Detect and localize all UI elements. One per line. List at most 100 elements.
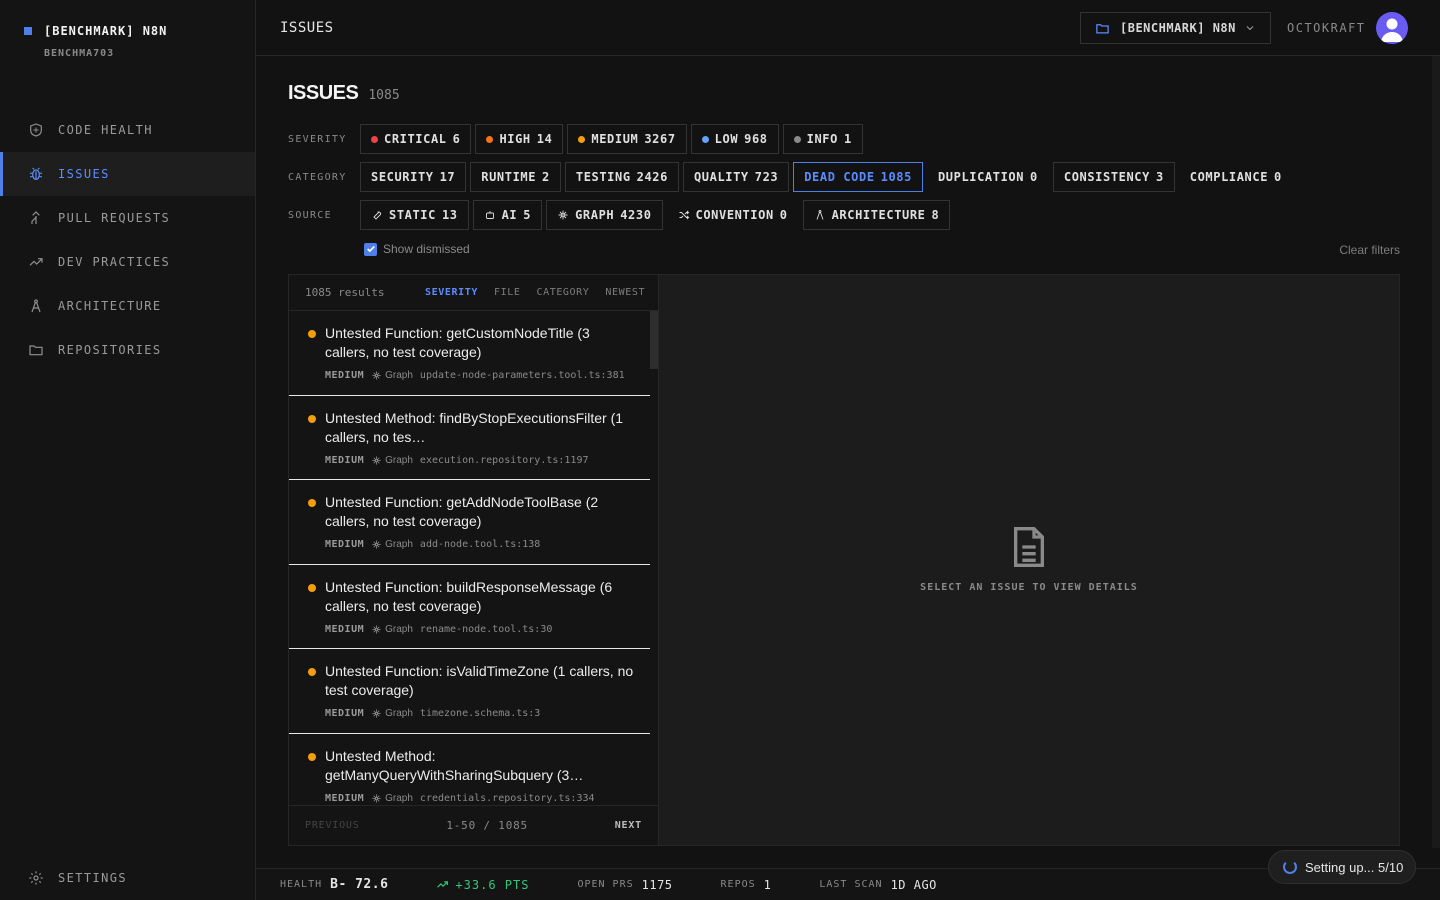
sort-severity[interactable]: SEVERITY: [425, 287, 478, 298]
page-indicator: 1-50 / 1085: [446, 819, 528, 832]
chip-count: 14: [536, 132, 553, 146]
sidebar-item-label: DEV PRACTICES: [58, 255, 171, 269]
show-dismissed-checkbox[interactable]: [364, 242, 377, 256]
filter-chip-low[interactable]: LOW 968: [690, 124, 779, 154]
filter-chip-medium[interactable]: MEDIUM 3267: [567, 124, 687, 154]
issue-source: Graph: [385, 539, 413, 550]
severity-filter-row: SEVERITY CRITICAL 6 HIGH 14 MEDIUM 3267 LOW…: [288, 124, 863, 154]
workspace-name: [BENCHMARK] N8N: [44, 24, 168, 38]
filter-chip-high[interactable]: HIGH 14: [475, 124, 564, 154]
filter-chip-compliance[interactable]: COMPLIANCE 0: [1179, 162, 1293, 192]
filter-label: SEVERITY: [288, 133, 347, 145]
show-dismissed-toggle[interactable]: Show dismissed: [364, 242, 470, 256]
filter-chip-convention[interactable]: CONVENTION 0: [667, 200, 799, 230]
open-prs-label: OPEN PRS: [577, 879, 634, 890]
open-prs-value: 1175: [641, 877, 673, 892]
chip-count: 4230: [620, 208, 652, 222]
sort-file[interactable]: FILE: [494, 287, 520, 298]
sidebar-item-code-health[interactable]: CODE HEALTH: [0, 108, 255, 152]
chip-label: SECURITY: [371, 170, 434, 184]
list-item[interactable]: Untested Function: buildResponseMessage …: [289, 565, 650, 649]
sidebar-item-dev-practices[interactable]: DEV PRACTICES: [0, 240, 255, 284]
health-label: HEALTH: [280, 879, 323, 890]
health-stat: HEALTH B- 72.6: [280, 877, 388, 892]
list-item[interactable]: Untested Function: getAddNodeToolBase (2…: [289, 480, 650, 565]
health-value: B- 72.6: [330, 877, 389, 892]
sidebar-item-issues[interactable]: ISSUES: [0, 152, 255, 196]
chip-label: CONSISTENCY: [1063, 170, 1150, 184]
org-name[interactable]: OCTOKRAFT: [1287, 21, 1366, 35]
issue-list: Untested Function: getCustomNodeTitle (3…: [289, 311, 650, 805]
filter-chip-testing[interactable]: TESTING 2426: [564, 162, 679, 192]
user-icon: [1381, 18, 1403, 42]
issue-file: timezone.schema.ts:3: [419, 708, 541, 719]
sidebar-item-label: CODE HEALTH: [58, 123, 153, 137]
filter-label: CATEGORY: [288, 171, 347, 183]
graph-icon: [372, 793, 381, 803]
shuffle-icon: [679, 210, 689, 220]
clear-filters-link[interactable]: Clear filters: [1339, 243, 1400, 257]
chip-label: COMPLIANCE: [1189, 170, 1269, 184]
chip-count: 1085: [880, 170, 912, 184]
next-page-button[interactable]: NEXT: [615, 820, 642, 831]
filter-chip-ai[interactable]: AI 5: [472, 200, 543, 230]
filter-chip-info[interactable]: INFO 1: [782, 124, 863, 154]
chip-label: MEDIUM: [591, 132, 639, 146]
chip-label: AI: [501, 208, 518, 222]
list-item[interactable]: Untested Method: getManyQueryWithSharing…: [289, 734, 650, 806]
chip-count: 3: [1155, 170, 1164, 184]
severity-dot-icon: [308, 499, 316, 507]
empty-state-text: SELECT AN ISSUE TO VIEW DETAILS: [920, 582, 1138, 593]
category-filter-row: CATEGORY SECURITY 17 RUNTIME 2 TESTING 2426…: [288, 162, 1293, 192]
graph-icon: [372, 540, 381, 549]
setup-progress-toast[interactable]: Setting up... 5/10: [1268, 850, 1416, 884]
source-filter-row: SOURCE STATIC 13 AI 5 GRAPH 4230 CONVENTION…: [288, 200, 951, 230]
sidebar-item-pull-requests[interactable]: PULL REQUESTS: [0, 196, 255, 240]
workspace-brand[interactable]: [BENCHMARK] N8N BENCHMA703: [24, 24, 167, 59]
filter-chip-consistency[interactable]: CONSISTENCY 3: [1052, 162, 1175, 192]
sidebar-item-label: REPOSITORIES: [58, 343, 162, 357]
filter-chip-security[interactable]: SECURITY 17: [360, 162, 467, 192]
chip-count: 3267: [644, 132, 676, 146]
spinner-icon: [1283, 860, 1297, 874]
severity-dot-icon: [308, 330, 316, 338]
filter-chip-duplication[interactable]: DUPLICATION 0: [927, 162, 1049, 192]
filter-chip-static[interactable]: STATIC 13: [360, 200, 469, 230]
page-title: ISSUES 1085: [288, 82, 400, 105]
filter-chip-graph[interactable]: GRAPH 4230: [546, 200, 663, 230]
sidebar-item-settings[interactable]: SETTINGS: [0, 856, 255, 900]
sort-category[interactable]: CATEGORY: [536, 287, 589, 298]
repo-selector[interactable]: [BENCHMARK] N8N: [1080, 12, 1271, 44]
issue-source: Graph: [385, 792, 413, 804]
filter-chip-dead-code[interactable]: DEAD CODE 1085: [793, 162, 923, 192]
severity-dot-icon: [308, 414, 316, 423]
previous-page-button[interactable]: PREVIOUS: [305, 820, 360, 831]
filter-chip-architecture[interactable]: ARCHITECTURE 8: [802, 200, 951, 230]
sort-newest[interactable]: NEWEST: [605, 287, 645, 298]
trending-up-icon: [29, 258, 43, 266]
issue-severity: MEDIUM: [325, 623, 365, 635]
issue-file: rename-node.tool.ts:30: [419, 623, 553, 635]
list-item[interactable]: Untested Function: getCustomNodeTitle (3…: [289, 311, 650, 396]
chip-count: 0: [1274, 170, 1282, 184]
filter-chip-quality[interactable]: QUALITY 723: [682, 162, 790, 192]
page-scrollbar[interactable]: [1432, 56, 1440, 848]
result-count: 1085 results: [305, 286, 385, 299]
issue-title: Untested Method: getManyQueryWithSharing…: [325, 747, 584, 783]
chip-label: QUALITY: [693, 170, 749, 184]
chip-label: CRITICAL: [384, 132, 447, 146]
list-scrollbar[interactable]: [650, 311, 658, 369]
severity-dot-icon: [486, 135, 494, 143]
avatar[interactable]: [1376, 12, 1408, 44]
wrench-icon: [373, 211, 381, 220]
filter-chip-runtime[interactable]: RUNTIME 2: [470, 162, 561, 192]
sidebar-item-architecture[interactable]: ARCHITECTURE: [0, 284, 255, 328]
bug-icon: [30, 167, 42, 180]
brand-square-icon: [24, 27, 32, 35]
list-item[interactable]: Untested Method: findByStopExecutionsFil…: [289, 396, 650, 480]
filter-chip-critical[interactable]: CRITICAL 6: [360, 124, 472, 154]
severity-dot-icon: [371, 135, 378, 143]
issue-title: Untested Function: isValidTimeZone (1 ca…: [325, 663, 634, 698]
list-item[interactable]: Untested Function: isValidTimeZone (1 ca…: [289, 649, 650, 734]
sidebar-item-repositories[interactable]: REPOSITORIES: [0, 328, 255, 372]
